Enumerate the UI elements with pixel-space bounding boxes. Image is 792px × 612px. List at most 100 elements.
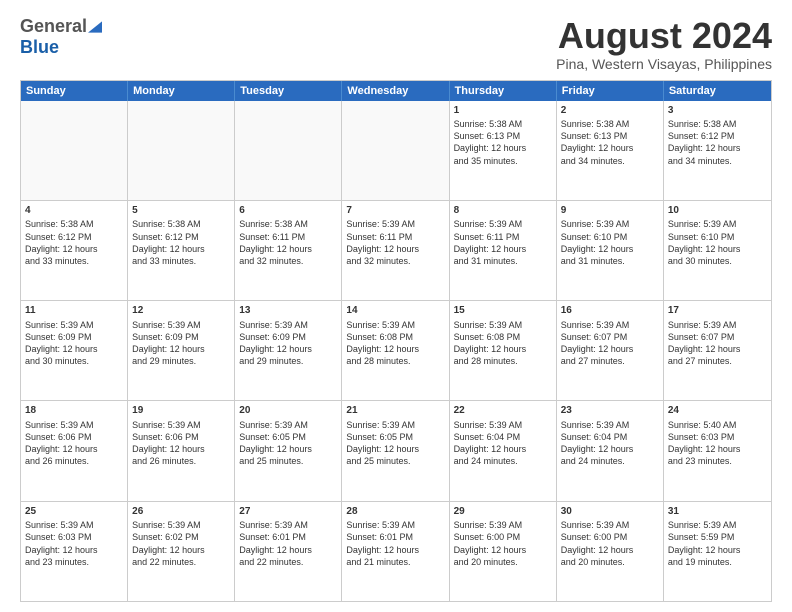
day-text: Daylight: 12 hours bbox=[668, 544, 767, 556]
day-text: Sunset: 6:06 PM bbox=[25, 431, 123, 443]
day-number: 19 bbox=[132, 404, 230, 418]
subtitle: Pina, Western Visayas, Philippines bbox=[556, 56, 772, 72]
day-text: Sunset: 5:59 PM bbox=[668, 531, 767, 543]
day-number: 30 bbox=[561, 505, 659, 519]
day-text: Sunrise: 5:39 AM bbox=[454, 319, 552, 331]
day-text: Sunrise: 5:38 AM bbox=[25, 218, 123, 230]
day-text: Sunrise: 5:39 AM bbox=[561, 519, 659, 531]
calendar-header-cell: Saturday bbox=[664, 81, 771, 101]
day-text: Sunset: 6:01 PM bbox=[239, 531, 337, 543]
calendar-cell: 30Sunrise: 5:39 AMSunset: 6:00 PMDayligh… bbox=[557, 502, 664, 601]
day-text: and 24 minutes. bbox=[454, 455, 552, 467]
day-text: Sunrise: 5:39 AM bbox=[239, 319, 337, 331]
calendar-cell: 20Sunrise: 5:39 AMSunset: 6:05 PMDayligh… bbox=[235, 401, 342, 500]
day-number: 27 bbox=[239, 505, 337, 519]
day-text: Sunset: 6:02 PM bbox=[132, 531, 230, 543]
calendar-row: 18Sunrise: 5:39 AMSunset: 6:06 PMDayligh… bbox=[21, 400, 771, 500]
calendar-cell: 26Sunrise: 5:39 AMSunset: 6:02 PMDayligh… bbox=[128, 502, 235, 601]
day-text: and 22 minutes. bbox=[132, 556, 230, 568]
day-text: Sunset: 6:08 PM bbox=[454, 331, 552, 343]
day-number: 5 bbox=[132, 204, 230, 218]
day-text: Daylight: 12 hours bbox=[454, 343, 552, 355]
calendar-cell: 15Sunrise: 5:39 AMSunset: 6:08 PMDayligh… bbox=[450, 301, 557, 400]
calendar-cell: 27Sunrise: 5:39 AMSunset: 6:01 PMDayligh… bbox=[235, 502, 342, 601]
logo: General Blue bbox=[20, 16, 102, 58]
day-text: Daylight: 12 hours bbox=[239, 343, 337, 355]
day-text: Sunset: 6:08 PM bbox=[346, 331, 444, 343]
day-text: Sunset: 6:00 PM bbox=[454, 531, 552, 543]
main-title: August 2024 bbox=[556, 16, 772, 56]
day-text: Sunrise: 5:38 AM bbox=[668, 118, 767, 130]
day-text: Daylight: 12 hours bbox=[346, 243, 444, 255]
day-number: 28 bbox=[346, 505, 444, 519]
day-text: and 35 minutes. bbox=[454, 155, 552, 167]
calendar-cell: 28Sunrise: 5:39 AMSunset: 6:01 PMDayligh… bbox=[342, 502, 449, 601]
calendar: SundayMondayTuesdayWednesdayThursdayFrid… bbox=[20, 80, 772, 602]
day-text: and 30 minutes. bbox=[668, 255, 767, 267]
logo-text: General bbox=[20, 16, 102, 37]
day-text: Sunset: 6:12 PM bbox=[668, 130, 767, 142]
day-number: 21 bbox=[346, 404, 444, 418]
calendar-cell bbox=[21, 101, 128, 200]
logo-blue: Blue bbox=[20, 37, 59, 57]
day-text: Daylight: 12 hours bbox=[454, 544, 552, 556]
logo-general: General bbox=[20, 16, 87, 37]
calendar-cell: 14Sunrise: 5:39 AMSunset: 6:08 PMDayligh… bbox=[342, 301, 449, 400]
day-text: and 31 minutes. bbox=[561, 255, 659, 267]
day-text: and 24 minutes. bbox=[561, 455, 659, 467]
day-text: Sunset: 6:10 PM bbox=[561, 231, 659, 243]
day-number: 22 bbox=[454, 404, 552, 418]
day-text: Sunset: 6:00 PM bbox=[561, 531, 659, 543]
calendar-cell: 11Sunrise: 5:39 AMSunset: 6:09 PMDayligh… bbox=[21, 301, 128, 400]
day-text: and 19 minutes. bbox=[668, 556, 767, 568]
calendar-cell: 3Sunrise: 5:38 AMSunset: 6:12 PMDaylight… bbox=[664, 101, 771, 200]
day-text: Daylight: 12 hours bbox=[239, 443, 337, 455]
day-text: Sunrise: 5:39 AM bbox=[132, 419, 230, 431]
day-text: Sunrise: 5:39 AM bbox=[346, 218, 444, 230]
day-text: Sunrise: 5:39 AM bbox=[25, 319, 123, 331]
day-text: Sunrise: 5:39 AM bbox=[346, 419, 444, 431]
day-text: Daylight: 12 hours bbox=[561, 544, 659, 556]
logo-icon bbox=[88, 20, 102, 34]
day-number: 24 bbox=[668, 404, 767, 418]
day-number: 29 bbox=[454, 505, 552, 519]
day-text: Daylight: 12 hours bbox=[346, 443, 444, 455]
day-text: Daylight: 12 hours bbox=[668, 343, 767, 355]
day-text: Sunset: 6:05 PM bbox=[346, 431, 444, 443]
calendar-cell: 21Sunrise: 5:39 AMSunset: 6:05 PMDayligh… bbox=[342, 401, 449, 500]
day-number: 18 bbox=[25, 404, 123, 418]
day-text: and 34 minutes. bbox=[561, 155, 659, 167]
calendar-row: 25Sunrise: 5:39 AMSunset: 6:03 PMDayligh… bbox=[21, 501, 771, 601]
day-text: Sunrise: 5:39 AM bbox=[668, 519, 767, 531]
day-number: 16 bbox=[561, 304, 659, 318]
day-text: Daylight: 12 hours bbox=[454, 142, 552, 154]
day-text: and 21 minutes. bbox=[346, 556, 444, 568]
page: General Blue August 2024 Pina, Western V… bbox=[0, 0, 792, 612]
day-text: Sunset: 6:12 PM bbox=[25, 231, 123, 243]
day-text: Sunset: 6:05 PM bbox=[239, 431, 337, 443]
day-text: and 34 minutes. bbox=[668, 155, 767, 167]
calendar-cell bbox=[235, 101, 342, 200]
day-number: 6 bbox=[239, 204, 337, 218]
day-text: and 22 minutes. bbox=[239, 556, 337, 568]
day-text: and 30 minutes. bbox=[25, 355, 123, 367]
calendar-cell: 2Sunrise: 5:38 AMSunset: 6:13 PMDaylight… bbox=[557, 101, 664, 200]
day-number: 31 bbox=[668, 505, 767, 519]
day-text: Sunrise: 5:39 AM bbox=[346, 519, 444, 531]
calendar-cell: 12Sunrise: 5:39 AMSunset: 6:09 PMDayligh… bbox=[128, 301, 235, 400]
calendar-cell: 10Sunrise: 5:39 AMSunset: 6:10 PMDayligh… bbox=[664, 201, 771, 300]
day-text: Daylight: 12 hours bbox=[454, 443, 552, 455]
calendar-cell: 23Sunrise: 5:39 AMSunset: 6:04 PMDayligh… bbox=[557, 401, 664, 500]
day-text: Daylight: 12 hours bbox=[25, 443, 123, 455]
day-number: 1 bbox=[454, 104, 552, 118]
day-text: and 25 minutes. bbox=[239, 455, 337, 467]
day-number: 26 bbox=[132, 505, 230, 519]
day-text: and 27 minutes. bbox=[668, 355, 767, 367]
day-text: Daylight: 12 hours bbox=[668, 142, 767, 154]
day-text: Daylight: 12 hours bbox=[132, 343, 230, 355]
calendar-cell: 8Sunrise: 5:39 AMSunset: 6:11 PMDaylight… bbox=[450, 201, 557, 300]
day-number: 15 bbox=[454, 304, 552, 318]
day-text: Sunrise: 5:39 AM bbox=[561, 319, 659, 331]
day-text: Sunset: 6:09 PM bbox=[25, 331, 123, 343]
day-text: Sunset: 6:03 PM bbox=[25, 531, 123, 543]
